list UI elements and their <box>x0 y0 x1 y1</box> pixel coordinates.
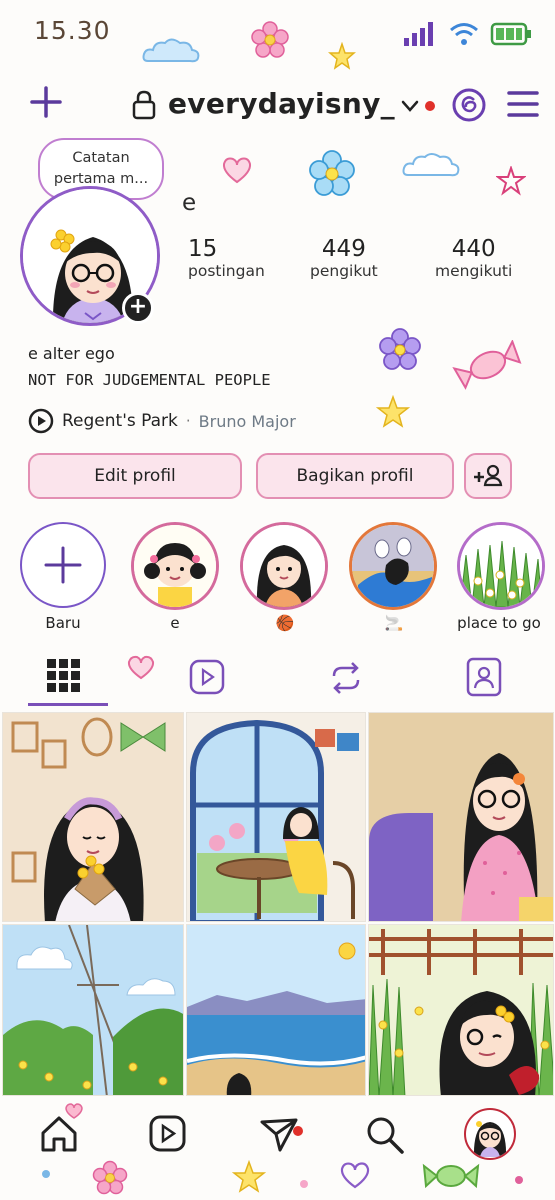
post-illustration-girl-garden <box>369 925 553 1095</box>
status-time: 15.30 <box>34 16 111 45</box>
star-icon <box>496 166 526 196</box>
stat-following-label: mengikuti <box>435 262 513 280</box>
reels-icon[interactable] <box>148 1114 188 1154</box>
highlight-label-smoke: 🚬 <box>384 614 404 632</box>
stat-posts[interactable]: 15 postingan <box>188 236 265 280</box>
menu-icon[interactable] <box>506 88 540 120</box>
add-person-icon <box>474 464 503 487</box>
active-tab-indicator <box>28 703 108 706</box>
highlight-girl-illustration <box>243 525 325 607</box>
music-artist: Bruno Major <box>198 411 296 431</box>
chevron-down-icon[interactable] <box>400 98 420 114</box>
stat-following-value: 440 <box>451 236 496 262</box>
dot-decoration <box>300 1180 308 1188</box>
post-5[interactable] <box>186 924 366 1096</box>
post-illustration-girl-flowers <box>3 713 183 921</box>
highlight-grass-illustration <box>460 525 542 607</box>
add-icon <box>44 546 82 584</box>
candy-icon <box>452 340 522 390</box>
candy-icon <box>422 1163 480 1189</box>
bio-line-1: e alter ego <box>28 344 115 363</box>
music-row[interactable]: Regent's Park · Bruno Major <box>28 408 296 434</box>
stat-followers-label: pengikut <box>310 262 378 280</box>
profile-username[interactable]: everydayisny_ <box>168 87 395 120</box>
star-icon <box>328 42 356 70</box>
profile-avatar[interactable] <box>464 1108 516 1160</box>
add-icon[interactable] <box>28 84 64 120</box>
post-illustration-power-lines <box>3 925 183 1095</box>
music-title: Regent's Park <box>62 411 178 431</box>
profile-name: e <box>182 190 197 216</box>
heart-icon <box>222 157 252 184</box>
wifi-icon <box>450 23 478 45</box>
signal-icon <box>404 22 433 46</box>
post-4[interactable] <box>2 924 184 1096</box>
lock-icon <box>132 90 156 120</box>
star-icon <box>376 395 410 428</box>
stat-following[interactable]: 440 mengikuti <box>435 236 512 280</box>
home-icon[interactable] <box>38 1114 80 1154</box>
heart-icon <box>340 1162 370 1189</box>
star-icon <box>232 1160 266 1193</box>
play-circle-icon <box>28 408 54 434</box>
post-illustration-girl-sofa <box>369 713 553 921</box>
post-6[interactable] <box>368 924 554 1096</box>
grid-icon[interactable] <box>44 656 84 696</box>
highlight-place-to-go[interactable] <box>457 522 545 610</box>
stat-followers-value: 449 <box>321 236 366 262</box>
flower-icon <box>379 328 421 370</box>
highlight-new[interactable] <box>20 522 106 608</box>
highlight-basketball[interactable] <box>240 522 328 610</box>
highlight-label-basketball: 🏀 <box>275 614 295 632</box>
tagged-icon[interactable] <box>464 656 504 698</box>
highlight-scene-illustration <box>352 525 434 607</box>
post-1[interactable] <box>2 712 184 922</box>
stat-posts-label: postingan <box>188 262 265 280</box>
highlight-label-new: Baru <box>45 614 81 632</box>
repost-icon[interactable] <box>326 658 366 698</box>
post-illustration-cafe-window <box>187 713 365 921</box>
share-profile-button[interactable]: Bagikan profil <box>256 453 454 499</box>
dot-decoration <box>42 1170 50 1178</box>
flower-icon <box>309 150 355 196</box>
search-icon[interactable] <box>364 1114 406 1156</box>
highlight-girl-illustration <box>134 525 216 607</box>
dot-decoration <box>515 1176 523 1184</box>
heart-icon <box>127 655 155 680</box>
highlight-label-place-to-go: place to go <box>457 614 541 632</box>
highlight-label-e: e <box>170 614 180 632</box>
stat-posts-value: 15 <box>188 236 218 262</box>
cloud-icon <box>142 38 200 63</box>
post-2[interactable] <box>186 712 366 922</box>
highlight-smoke[interactable] <box>349 522 437 610</box>
reels-icon[interactable] <box>188 658 226 696</box>
post-3[interactable] <box>368 712 554 922</box>
threads-icon[interactable] <box>450 86 488 124</box>
post-illustration-beach <box>187 925 365 1095</box>
edit-profile-button[interactable]: Edit profil <box>28 453 242 499</box>
stat-followers[interactable]: 449 pengikut <box>310 236 378 280</box>
cloud-icon <box>402 153 460 177</box>
note-line-1: Catatan <box>72 150 130 166</box>
notification-dot <box>293 1126 303 1136</box>
music-separator: · <box>185 412 191 430</box>
flower-icon <box>251 21 289 58</box>
add-friend-button[interactable] <box>464 453 512 499</box>
highlight-e[interactable] <box>131 522 219 610</box>
notification-dot <box>425 101 435 111</box>
bio-line-2: NOT FOR JUDGEMENTAL PEOPLE <box>28 371 271 389</box>
avatar-girl-illustration <box>473 1121 507 1157</box>
flower-icon <box>92 1160 128 1195</box>
add-story-badge[interactable]: + <box>122 292 154 324</box>
battery-icon <box>490 22 531 46</box>
